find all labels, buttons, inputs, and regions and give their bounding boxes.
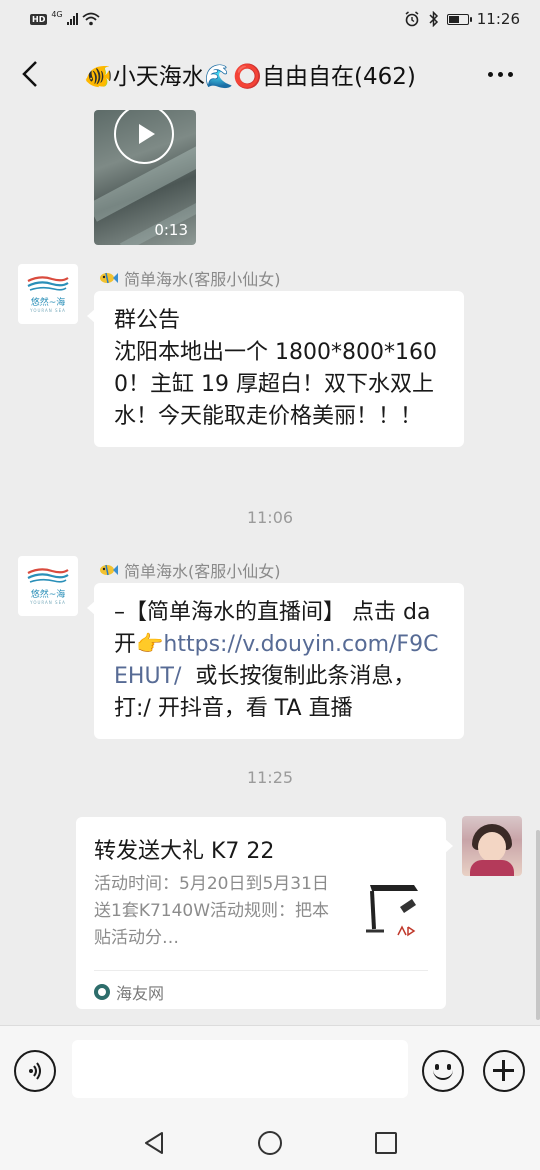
- status-bar: HD 4G 11:26: [0, 0, 540, 38]
- nav-back-button[interactable]: [141, 1130, 167, 1156]
- status-right: 11:26: [404, 10, 520, 28]
- wave-logo-icon: [27, 568, 69, 583]
- message-bubble[interactable]: –【简单海水的直播间】 点击 da 开👉https://v.douyin.com…: [87, 583, 464, 739]
- fish-icon: [100, 564, 118, 576]
- input-bar: [0, 1025, 540, 1115]
- more-button[interactable]: [460, 38, 540, 110]
- bluetooth-icon: [429, 11, 438, 27]
- timestamp: 11:06: [246, 508, 294, 527]
- source-app-icon: [94, 984, 110, 1000]
- avatar-logo-sub: YOURAN SEA: [30, 600, 66, 605]
- network-type: 4G: [51, 9, 63, 19]
- sender-name-row: 简单海水(客服小仙女): [98, 266, 281, 290]
- battery-level: [448, 15, 459, 23]
- voice-icon: [29, 1062, 41, 1080]
- sender-name-row: 简单海水(客服小仙女): [98, 558, 281, 582]
- clock: 11:26: [476, 10, 520, 28]
- my-avatar[interactable]: [462, 816, 522, 876]
- battery-icon: [446, 13, 472, 25]
- back-icon: [22, 61, 37, 87]
- avatar-face: [478, 832, 506, 862]
- message-text: –【简单海水的直播间】 点击 da 开👉https://v.douyin.com…: [114, 597, 444, 725]
- message-text: 群公告 沈阳本地出一个 1800*800*1600！主缸 19 厚超白！双下水双…: [114, 308, 437, 429]
- sender-name: 简单海水(客服小仙女): [124, 270, 281, 289]
- sender-avatar[interactable]: 悠然~海 YOURAN SEA: [18, 264, 78, 324]
- share-card[interactable]: 转发送大礼 K7 22 活动时间：5月20日到5月31日送1套K7140W活动规…: [76, 817, 453, 1009]
- video-duration: 0:13: [154, 221, 188, 239]
- status-left: HD 4G: [30, 9, 100, 26]
- more-icon: [487, 71, 513, 77]
- chat-area[interactable]: 0:13 悠然~海 YOURAN SEA 简单海水(客服小仙女) 群公告 沈阳本…: [0, 110, 540, 1025]
- share-card-title: 转发送大礼 K7 22: [94, 839, 275, 864]
- nav-home-button[interactable]: [257, 1130, 283, 1156]
- message-bubble[interactable]: 群公告 沈阳本地出一个 1800*800*1600！主缸 19 厚超白！双下水双…: [87, 291, 464, 447]
- nav-home-icon: [258, 1130, 282, 1155]
- hd-badge: HD: [30, 13, 48, 25]
- more-functions-button[interactable]: [483, 1050, 525, 1092]
- share-card-source: 海友网: [94, 980, 164, 1004]
- fish-icon: [100, 272, 118, 284]
- nav-back-icon: [145, 1131, 163, 1154]
- nav-recents-button[interactable]: [373, 1130, 399, 1156]
- avatar-logo-text: 悠然~海: [30, 298, 66, 308]
- share-card-divider: [94, 970, 428, 971]
- back-button[interactable]: [0, 38, 60, 110]
- share-card-source-name: 海友网: [116, 984, 165, 1003]
- sender-name: 简单海水(客服小仙女): [124, 562, 281, 581]
- signal-icon: [66, 13, 78, 25]
- share-card-description: 活动时间：5月20日到5月31日送1套K7140W活动规则：把本贴活动分…: [94, 874, 330, 948]
- avatar-logo-text: 悠然~海: [30, 590, 66, 600]
- timestamp: 11:25: [246, 768, 294, 787]
- voice-button[interactable]: [14, 1050, 56, 1092]
- share-card-thumbnail: [356, 877, 428, 949]
- avatar-logo-sub: YOURAN SEA: [30, 308, 66, 313]
- system-nav-bar: [0, 1115, 540, 1170]
- nav-recents-icon: [375, 1131, 397, 1154]
- video-message[interactable]: 0:13: [94, 110, 196, 245]
- sender-avatar[interactable]: 悠然~海 YOURAN SEA: [18, 556, 78, 616]
- avatar-shirt: [470, 860, 514, 876]
- scrollbar[interactable]: [536, 830, 540, 1020]
- message-input[interactable]: [72, 1040, 408, 1098]
- wifi-icon: [82, 12, 100, 26]
- play-icon: [114, 110, 174, 164]
- pointing-hand-icon: 👉: [136, 632, 164, 657]
- wave-logo-icon: [27, 276, 69, 291]
- chat-title: 🐠小天海水🌊⭕自由自在(462): [84, 64, 416, 90]
- alarm-icon: [405, 11, 419, 27]
- title-bar: 🐠小天海水🌊⭕自由自在(462): [0, 38, 540, 110]
- emoji-button[interactable]: [422, 1050, 464, 1092]
